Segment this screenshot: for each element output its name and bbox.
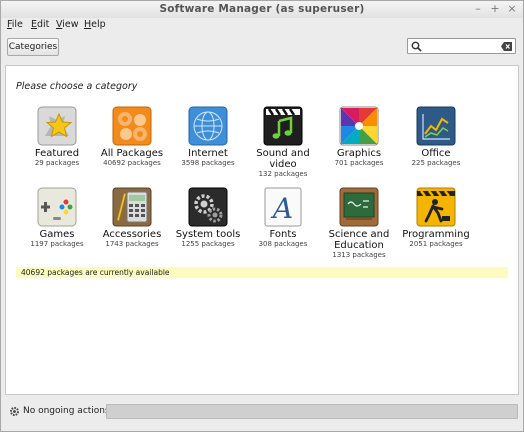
category-science-and-education[interactable]: Science and Education 1313 packages [319,187,399,260]
category-panel: Please choose a category Featured 29 pac… [5,65,519,395]
category-count: 132 packages [258,170,308,178]
category-name: Internet [188,148,228,159]
close-icon[interactable]: × [506,3,518,15]
gears-icon [188,187,228,227]
category-count: 3598 packages [181,159,235,167]
menu-help[interactable]: Help [84,19,106,30]
category-count: 1313 packages [332,251,386,259]
category-name: Featured [34,148,80,159]
category-sound-and-video[interactable]: Sound and video 132 packages [243,106,323,179]
search-box[interactable] [407,38,516,54]
category-prompt: Please choose a category [16,81,138,92]
category-count: 1197 packages [30,240,84,248]
title-bar[interactable]: Software Manager (as superuser) – + × [1,1,523,18]
clear-search-icon[interactable] [501,42,512,51]
color-wheel-icon [339,106,379,146]
search-input[interactable] [425,40,499,52]
availability-status: 40692 packages are currently available [16,267,508,278]
category-count: 40692 packages [103,159,161,167]
category-name: Games [39,229,75,240]
category-name-line1: Sound and [256,148,310,159]
category-name: Programming [402,229,470,240]
category-name: Office [421,148,451,159]
category-count: 2051 packages [409,240,463,248]
menu-bar: File Edit View Help [1,18,523,34]
packages-icon [112,106,152,146]
status-bar: No ongoing actions [5,403,519,421]
globe-icon [188,106,228,146]
category-name: Accessories [102,229,162,240]
menu-edit[interactable]: Edit [31,19,49,30]
music-video-icon [263,106,303,146]
category-name-line1: Science and [328,229,390,240]
calculator-icon [112,187,152,227]
menu-view[interactable]: View [56,19,79,30]
star-icon [37,106,77,146]
category-featured[interactable]: Featured 29 packages [17,106,97,168]
gear-icon [10,407,19,416]
category-games[interactable]: Games 1197 packages [17,187,97,249]
software-manager-window: Software Manager (as superuser) – + × Fi… [0,0,524,432]
category-programming[interactable]: Programming 2051 packages [396,187,476,249]
category-count: 1255 packages [181,240,235,248]
category-name-line2: video [269,159,297,170]
font-icon: A [264,187,302,227]
category-graphics[interactable]: Graphics 701 packages [319,106,399,168]
maximize-icon[interactable]: + [489,3,501,15]
chart-icon [416,106,456,146]
window-title: Software Manager (as superuser) [159,3,365,15]
ongoing-actions-label: No ongoing actions [23,406,110,416]
category-count: 1743 packages [105,240,159,248]
progress-bar [106,404,518,419]
svg-text:A: A [270,192,293,225]
category-name: Graphics [336,148,382,159]
category-count: 701 packages [334,159,384,167]
category-count: 29 packages [34,159,80,167]
category-accessories[interactable]: Accessories 1743 packages [92,187,172,249]
category-name: System tools [175,229,241,240]
category-internet[interactable]: Internet 3598 packages [168,106,248,168]
category-count: 308 packages [258,240,308,248]
construction-icon [416,187,456,227]
gamepad-icon [37,187,77,227]
category-name-line2: Education [334,240,384,251]
search-icon [411,41,422,52]
category-all-packages[interactable]: All Packages 40692 packages [92,106,172,168]
category-count: 225 packages [411,159,461,167]
minimize-icon[interactable]: – [472,3,484,15]
categories-button[interactable]: Categories [7,38,59,56]
category-name: Fonts [269,229,297,240]
menu-file[interactable]: File [7,19,23,30]
category-system-tools[interactable]: System tools 1255 packages [168,187,248,249]
category-name: All Packages [100,148,164,159]
category-fonts[interactable]: A Fonts 308 packages [243,187,323,249]
category-office[interactable]: Office 225 packages [396,106,476,168]
chalkboard-icon [339,187,379,227]
